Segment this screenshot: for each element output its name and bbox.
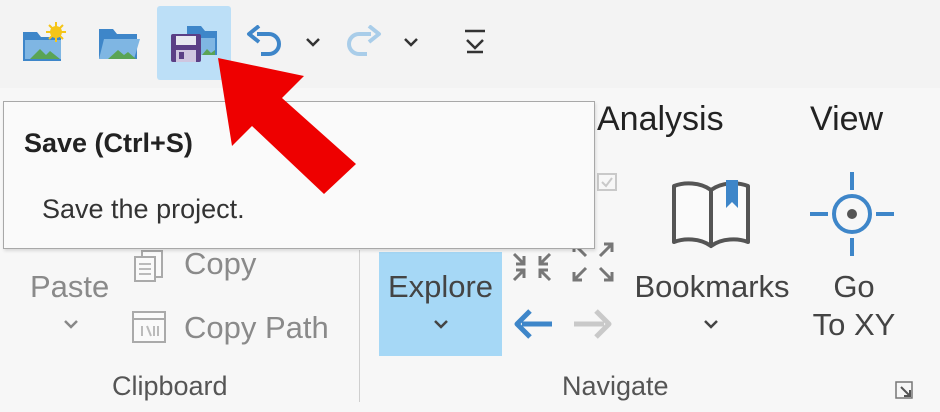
- go-to-xy-icon: [810, 172, 894, 256]
- copy-button[interactable]: Copy: [184, 245, 256, 283]
- tab-analysis[interactable]: Analysis: [597, 100, 724, 139]
- paste-button-label[interactable]: Paste: [30, 268, 109, 306]
- copy-path-icon: [132, 311, 166, 343]
- new-project-icon: [23, 22, 66, 61]
- clipboard-group-label: Clipboard: [112, 371, 228, 401]
- bookmarks-dropdown-chevron-icon[interactable]: [702, 318, 720, 330]
- pointer-arrow-icon: [218, 58, 356, 194]
- navigate-group-label: Navigate: [562, 371, 669, 401]
- copy-icon: [134, 250, 163, 282]
- tooltip-description: Save the project.: [42, 194, 245, 224]
- bookmarks-button[interactable]: Bookmarks: [632, 268, 792, 306]
- tab-view[interactable]: View: [810, 100, 883, 139]
- group-divider: [359, 250, 360, 402]
- next-extent-icon[interactable]: [570, 306, 614, 342]
- paste-dropdown-chevron-icon[interactable]: [62, 318, 80, 330]
- new-project-button[interactable]: [6, 6, 80, 80]
- open-project-button[interactable]: [82, 6, 156, 80]
- open-project-icon: [99, 29, 140, 59]
- zoom-in-fixed-icon[interactable]: [510, 250, 554, 284]
- go-to-xy-label-line1: Go: [833, 269, 875, 304]
- explore-dropdown-chevron-icon[interactable]: [432, 318, 450, 330]
- go-to-xy-button[interactable]: Go To XY: [800, 268, 908, 344]
- explore-button-label: Explore: [387, 269, 494, 304]
- go-to-xy-label-line2: To XY: [812, 307, 896, 342]
- customize-qat-icon[interactable]: [462, 28, 488, 56]
- dialog-launcher-icon[interactable]: [894, 380, 916, 402]
- full-extent-icon[interactable]: [596, 172, 618, 202]
- tooltip-title: Save (Ctrl+S): [24, 128, 193, 158]
- copy-path-button[interactable]: Copy Path: [184, 309, 329, 347]
- quick-access-toolbar: [0, 0, 940, 88]
- redo-dropdown-chevron-icon[interactable]: [402, 36, 420, 48]
- undo-dropdown-chevron-icon[interactable]: [304, 36, 322, 48]
- previous-extent-icon[interactable]: [512, 306, 556, 342]
- save-project-icon: [171, 26, 217, 62]
- bookmarks-icon: [672, 180, 750, 248]
